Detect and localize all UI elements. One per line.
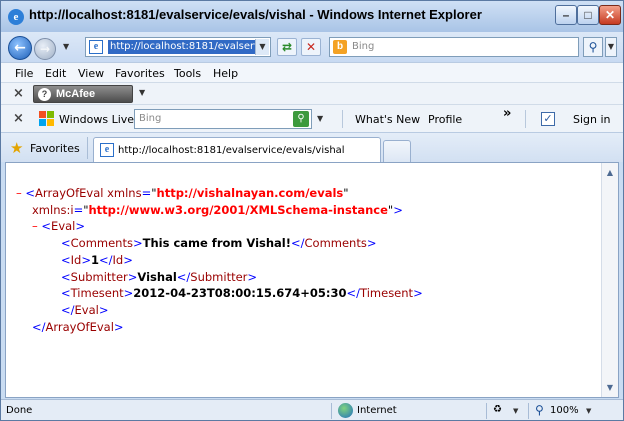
zoom-dropdown-icon[interactable]: ▼ [586,407,591,415]
windows-live-search-placeholder[interactable]: Bing [139,113,161,124]
xml-attr-name: xmlns [107,186,142,200]
collapse-toggle[interactable]: – [16,186,22,200]
xml-root-attr-line: xmlns:i="http://www.w3.org/2001/XMLSchem… [32,202,403,217]
new-tab-button[interactable] [383,140,411,163]
windows-live-search-dropdown-icon[interactable]: ▼ [317,114,323,123]
menu-file[interactable]: File [15,67,33,80]
back-arrow-icon[interactable]: ← [8,36,32,60]
windows-live-toolbar: × Windows Live Bing ⚲ ▼ What's New Profi… [1,104,623,132]
windows-live-icon [39,111,55,127]
favorites-separator [87,137,88,159]
status-separator [528,403,529,419]
menu-bar: File Edit View Favorites Tools Help [1,62,623,82]
forward-arrow-icon[interactable]: → [34,38,56,60]
mcafee-toolbar: × ? McAfee ▼ [1,82,623,104]
protected-mode-dropdown-icon[interactable]: ▼ [513,407,518,415]
tab-title: http://localhost:8181/evalservice/evals/… [118,145,345,156]
xml-field-line: <Timesent>2012-04-23T08:00:15.674+05:30<… [61,286,423,301]
xml-root-tag: ArrayOfEval [35,186,104,200]
status-separator [331,403,332,419]
mcafee-label: McAfee [56,88,96,100]
address-dropdown-icon[interactable]: ▼ [255,39,269,55]
tab-ie-icon: e [100,143,114,157]
vertical-scrollbar[interactable]: ▲ ▼ [601,163,618,397]
close-toolbar-icon[interactable]: × [13,111,24,126]
menu-edit[interactable]: Edit [45,67,66,80]
globe-icon [338,403,353,418]
protected-mode-icon[interactable]: ♻ [493,404,507,417]
xml-attr-value: http://vishalnayan.com/evals [156,186,344,200]
browser-window: e http://localhost:8181/evalservice/eval… [0,0,624,421]
ie-icon: e [8,9,24,25]
mcafee-question-icon: ? [38,88,51,101]
more-chevron-icon[interactable]: » [503,106,511,121]
windows-live-search-box[interactable]: Bing ⚲ [134,109,312,129]
xml-field-value: Vishal [137,269,177,284]
xml-field-value: This came from Vishal! [142,236,291,251]
search-box[interactable]: b Bing [329,37,579,57]
bing-icon: b [333,40,347,54]
whats-new-link[interactable]: What's New [355,113,420,126]
xml-field-value: 2012-04-23T08:00:15.674+05:30 [133,286,347,301]
refresh-icon[interactable]: ⇄ [277,38,297,56]
maximize-button[interactable]: □ [577,5,599,25]
xml-attr-name: xmlns:i [32,202,74,217]
scroll-up-icon[interactable]: ▲ [603,165,617,180]
menu-favorites[interactable]: Favorites [115,67,165,80]
xml-field-line: <Submitter>Vishal</Submitter> [61,269,258,284]
page-ie-icon: e [89,40,103,54]
menu-help[interactable]: Help [213,67,238,80]
title-bar: e http://localhost:8181/evalservice/eval… [1,1,623,32]
stop-icon[interactable]: ✕ [301,38,321,56]
toolbar-separator [342,110,343,128]
xml-root-close-line: </ArrayOfEval> [32,319,124,334]
scroll-down-icon[interactable]: ▼ [603,380,617,395]
search-options-dropdown-icon[interactable]: ▼ [605,37,617,57]
window-title: http://localhost:8181/evalservice/evals/… [29,7,482,22]
address-bar[interactable]: e http://localhost:8181/evalservice/eval… [85,37,271,57]
collapse-toggle[interactable]: – [32,219,38,233]
profile-link[interactable]: Profile [428,113,462,126]
checkbox-icon[interactable]: ✓ [541,112,555,126]
minimize-button[interactable]: – [555,5,577,25]
xml-eval-close-line: </Eval> [61,302,109,317]
xml-attr-value: http://www.w3.org/2001/XMLSchema-instanc… [88,202,388,217]
active-tab[interactable]: e http://localhost:8181/evalservice/eval… [93,137,381,163]
search-placeholder[interactable]: Bing [352,41,374,52]
status-text: Done [6,405,33,416]
favorites-star-icon[interactable]: ★ [10,139,23,157]
security-zone[interactable]: Internet [357,405,397,416]
xml-eval-open-line: – <Eval> [32,219,86,234]
toolbar-separator [525,110,526,128]
windows-live-label[interactable]: Windows Live [59,113,134,126]
xml-eval-tag: Eval [51,219,76,234]
search-go-icon[interactable]: ⚲ [293,111,309,127]
menu-tools[interactable]: Tools [174,67,201,80]
favorites-button[interactable]: Favorites [30,142,80,155]
xml-field-line: <Comments>This came from Vishal!</Commen… [61,236,377,251]
zoom-icon[interactable]: ⚲ [535,403,544,417]
zoom-level[interactable]: 100% [550,405,579,416]
mcafee-dropdown-icon[interactable]: ▼ [139,88,145,97]
status-bar: Done Internet ♻ ▼ ⚲ 100% ▼ [1,399,623,420]
search-icon[interactable]: ⚲ [583,37,603,57]
page-content: – <ArrayOfEval xmlns="http://vishalnayan… [5,162,619,398]
xml-field-value: 1 [90,252,99,267]
navigation-bar: ← → ▼ e http://localhost:8181/evalservic… [1,32,623,62]
sign-in-link[interactable]: Sign in [573,113,611,126]
xml-field-line: <Id>1</Id> [61,252,133,267]
xml-root-open-line: – <ArrayOfEval xmlns="http://vishalnayan… [16,186,349,200]
menu-view[interactable]: View [78,67,104,80]
favorites-bar: ★ Favorites e http://localhost:8181/eval… [1,132,623,163]
recent-pages-dropdown-icon[interactable]: ▼ [63,42,69,51]
status-separator [486,403,487,419]
close-toolbar-icon[interactable]: × [13,86,24,101]
close-window-button[interactable]: ✕ [599,5,621,25]
mcafee-button[interactable]: ? McAfee [33,85,133,103]
address-input[interactable]: http://localhost:8181/evalservice/evals/… [108,40,256,54]
